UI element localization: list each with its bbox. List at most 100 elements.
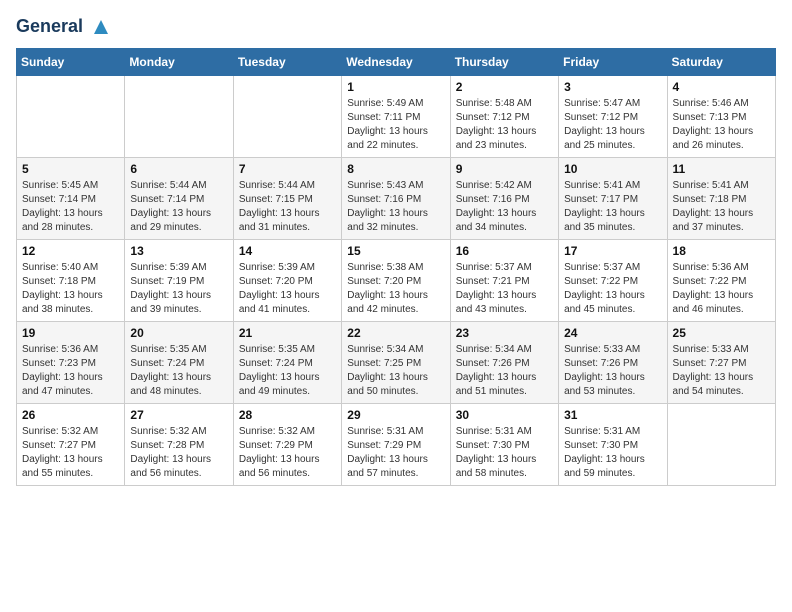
day-number: 18 [673, 244, 770, 258]
day-cell: 18Sunrise: 5:36 AMSunset: 7:22 PMDayligh… [667, 240, 775, 322]
logo: General [16, 16, 112, 36]
day-info: Sunrise: 5:41 AMSunset: 7:17 PMDaylight:… [564, 179, 661, 235]
day-number: 7 [239, 162, 336, 176]
day-cell: 30 Sunrise: 5:31 AMSunset: 7:30 PMDayligh… [450, 404, 558, 486]
day-cell: 15 Sunrise: 5:38 AMSunset: 7:20 PMDayligh… [342, 240, 450, 322]
day-cell: 10 Sunrise: 5:41 AMSunset: 7:17 PMDayligh… [559, 158, 667, 240]
day-info: Sunrise: 5:31 AMSunset: 7:29 PMDaylight:… [347, 425, 444, 481]
day-cell [667, 404, 775, 486]
day-cell [233, 76, 341, 158]
day-cell [125, 76, 233, 158]
day-number: 6 [130, 162, 227, 176]
logo-icon [90, 16, 112, 38]
day-cell: 21 Sunrise: 5:35 AMSunset: 7:24 PMDayligh… [233, 322, 341, 404]
day-cell: 5 Sunrise: 5:45 AMSunset: 7:14 PMDaylight… [17, 158, 125, 240]
week-row-2: 5 Sunrise: 5:45 AMSunset: 7:14 PMDaylight… [17, 158, 776, 240]
day-info: Sunrise: 5:48 AMSunset: 7:12 PMDaylight:… [456, 97, 553, 153]
day-number: 12 [22, 244, 119, 258]
day-info: Sunrise: 5:32 AMSunset: 7:29 PMDaylight:… [239, 425, 336, 481]
day-number: 20 [130, 326, 227, 340]
day-cell: 24 Sunrise: 5:33 AMSunset: 7:26 PMDayligh… [559, 322, 667, 404]
day-number: 28 [239, 408, 336, 422]
day-number: 26 [22, 408, 119, 422]
day-info: Sunrise: 5:39 AMSunset: 7:19 PMDaylight:… [130, 261, 227, 317]
header-sunday: Sunday [17, 49, 125, 76]
day-info: Sunrise: 5:39 AMSunset: 7:20 PMDaylight:… [239, 261, 336, 317]
day-info: Sunrise: 5:31 AMSunset: 7:30 PMDaylight:… [456, 425, 553, 481]
header-monday: Monday [125, 49, 233, 76]
day-info: Sunrise: 5:33 AMSunset: 7:27 PMDaylight:… [673, 343, 770, 399]
day-info: Sunrise: 5:47 AMSunset: 7:12 PMDaylight:… [564, 97, 661, 153]
day-number: 19 [22, 326, 119, 340]
day-number: 5 [22, 162, 119, 176]
day-cell: 20Sunrise: 5:35 AMSunset: 7:24 PMDayligh… [125, 322, 233, 404]
day-number: 14 [239, 244, 336, 258]
day-info: Sunrise: 5:32 AMSunset: 7:28 PMDaylight:… [130, 425, 227, 481]
day-number: 22 [347, 326, 444, 340]
header-wednesday: Wednesday [342, 49, 450, 76]
day-info: Sunrise: 5:37 AMSunset: 7:21 PMDaylight:… [456, 261, 553, 317]
day-number: 27 [130, 408, 227, 422]
day-cell: 13 Sunrise: 5:39 AMSunset: 7:19 PMDayligh… [125, 240, 233, 322]
day-cell: 29Sunrise: 5:31 AMSunset: 7:29 PMDayligh… [342, 404, 450, 486]
day-cell: 26 Sunrise: 5:32 AMSunset: 7:27 PMDayligh… [17, 404, 125, 486]
day-cell: 16 Sunrise: 5:37 AMSunset: 7:21 PMDayligh… [450, 240, 558, 322]
day-number: 21 [239, 326, 336, 340]
day-info: Sunrise: 5:32 AMSunset: 7:27 PMDaylight:… [22, 425, 119, 481]
day-number: 10 [564, 162, 661, 176]
day-info: Sunrise: 5:43 AMSunset: 7:16 PMDaylight:… [347, 179, 444, 235]
day-cell: 3 Sunrise: 5:47 AMSunset: 7:12 PMDaylight… [559, 76, 667, 158]
day-number: 31 [564, 408, 661, 422]
day-number: 16 [456, 244, 553, 258]
day-number: 24 [564, 326, 661, 340]
day-info: Sunrise: 5:41 AMSunset: 7:18 PMDaylight:… [673, 179, 770, 235]
week-row-4: 19Sunrise: 5:36 AMSunset: 7:23 PMDayligh… [17, 322, 776, 404]
day-cell: 11 Sunrise: 5:41 AMSunset: 7:18 PMDayligh… [667, 158, 775, 240]
day-info: Sunrise: 5:46 AMSunset: 7:13 PMDaylight:… [673, 97, 770, 153]
header-tuesday: Tuesday [233, 49, 341, 76]
day-info: Sunrise: 5:33 AMSunset: 7:26 PMDaylight:… [564, 343, 661, 399]
day-cell: 4 Sunrise: 5:46 AMSunset: 7:13 PMDaylight… [667, 76, 775, 158]
day-cell: 28 Sunrise: 5:32 AMSunset: 7:29 PMDayligh… [233, 404, 341, 486]
day-number: 3 [564, 80, 661, 94]
day-info: Sunrise: 5:34 AMSunset: 7:26 PMDaylight:… [456, 343, 553, 399]
day-cell: 31Sunrise: 5:31 AMSunset: 7:30 PMDayligh… [559, 404, 667, 486]
day-cell: 27 Sunrise: 5:32 AMSunset: 7:28 PMDayligh… [125, 404, 233, 486]
day-number: 1 [347, 80, 444, 94]
day-number: 17 [564, 244, 661, 258]
logo-text: General [16, 16, 112, 38]
day-number: 4 [673, 80, 770, 94]
day-info: Sunrise: 5:38 AMSunset: 7:20 PMDaylight:… [347, 261, 444, 317]
day-cell [17, 76, 125, 158]
week-row-1: 1Sunrise: 5:49 AMSunset: 7:11 PMDaylight… [17, 76, 776, 158]
calendar-table: SundayMondayTuesdayWednesdayThursdayFrid… [16, 48, 776, 486]
week-row-5: 26 Sunrise: 5:32 AMSunset: 7:27 PMDayligh… [17, 404, 776, 486]
week-row-3: 12Sunrise: 5:40 AMSunset: 7:18 PMDayligh… [17, 240, 776, 322]
day-number: 30 [456, 408, 553, 422]
day-cell: 9Sunrise: 5:42 AMSunset: 7:16 PMDaylight… [450, 158, 558, 240]
day-info: Sunrise: 5:44 AMSunset: 7:15 PMDaylight:… [239, 179, 336, 235]
day-info: Sunrise: 5:37 AMSunset: 7:22 PMDaylight:… [564, 261, 661, 317]
day-number: 11 [673, 162, 770, 176]
header-saturday: Saturday [667, 49, 775, 76]
day-number: 2 [456, 80, 553, 94]
day-cell: 22 Sunrise: 5:34 AMSunset: 7:25 PMDayligh… [342, 322, 450, 404]
day-number: 13 [130, 244, 227, 258]
day-info: Sunrise: 5:45 AMSunset: 7:14 PMDaylight:… [22, 179, 119, 235]
day-info: Sunrise: 5:44 AMSunset: 7:14 PMDaylight:… [130, 179, 227, 235]
day-cell: 12Sunrise: 5:40 AMSunset: 7:18 PMDayligh… [17, 240, 125, 322]
header-friday: Friday [559, 49, 667, 76]
day-number: 15 [347, 244, 444, 258]
page-header: General [16, 16, 776, 36]
day-cell: 25 Sunrise: 5:33 AMSunset: 7:27 PMDayligh… [667, 322, 775, 404]
day-cell: 7 Sunrise: 5:44 AMSunset: 7:15 PMDaylight… [233, 158, 341, 240]
header-thursday: Thursday [450, 49, 558, 76]
day-number: 8 [347, 162, 444, 176]
day-number: 9 [456, 162, 553, 176]
day-number: 23 [456, 326, 553, 340]
day-number: 25 [673, 326, 770, 340]
day-cell: 17 Sunrise: 5:37 AMSunset: 7:22 PMDayligh… [559, 240, 667, 322]
day-info: Sunrise: 5:34 AMSunset: 7:25 PMDaylight:… [347, 343, 444, 399]
day-cell: 23 Sunrise: 5:34 AMSunset: 7:26 PMDayligh… [450, 322, 558, 404]
day-info: Sunrise: 5:35 AMSunset: 7:24 PMDaylight:… [239, 343, 336, 399]
